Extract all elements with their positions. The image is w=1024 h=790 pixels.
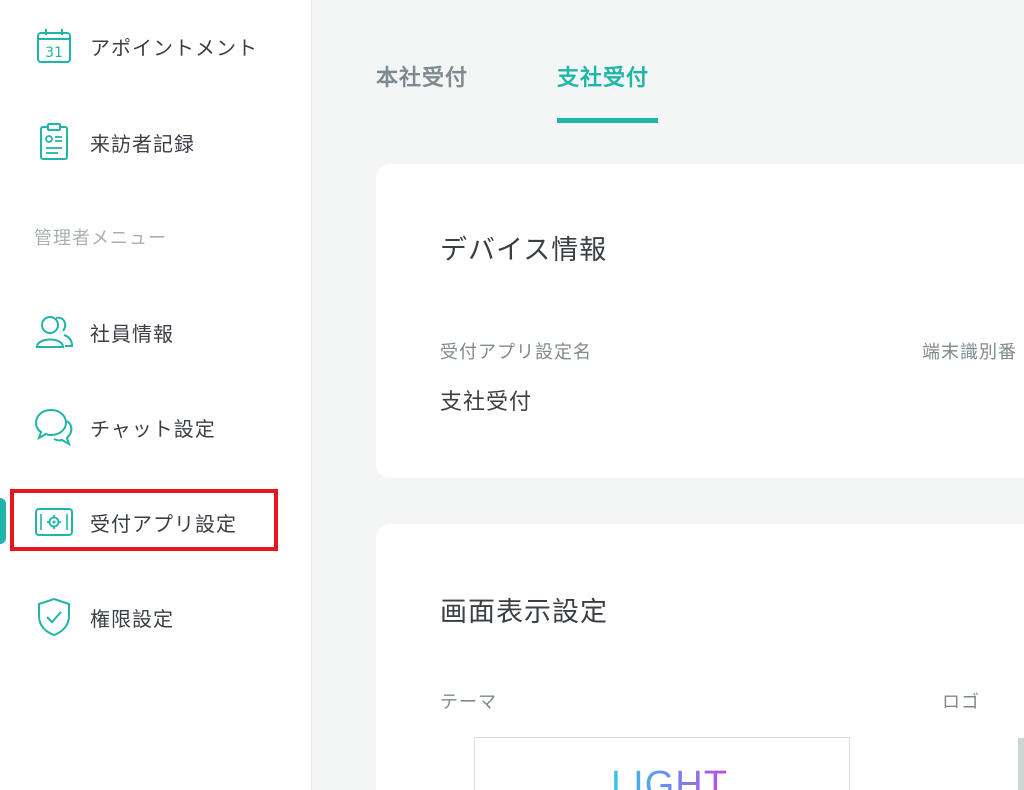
app-setting-name-value: 支社受付 — [440, 390, 533, 415]
shield-check-icon — [34, 597, 74, 637]
theme-label: テーマ — [440, 692, 497, 713]
sidebar-item-label: チャット設定 — [90, 416, 216, 441]
sidebar-item-appointment[interactable]: 31 アポイントメント — [34, 22, 258, 70]
sidebar: 31 アポイントメント 来訪者記録 管理者メニュー 社員情報 チャット設定 受付… — [0, 0, 312, 790]
device-id-label: 端末識別番 — [922, 342, 1017, 363]
sidebar-item-permission-settings[interactable]: 権限設定 — [34, 593, 174, 641]
sidebar-item-visitor-records[interactable]: 来訪者記録 — [34, 118, 195, 166]
sidebar-item-chat-settings[interactable]: チャット設定 — [34, 403, 216, 451]
highlight-annotation — [10, 489, 278, 551]
sidebar-item-employees[interactable]: 社員情報 — [34, 308, 174, 356]
active-item-marker — [0, 498, 6, 544]
theme-option-light[interactable]: LIGHT — [474, 737, 850, 790]
calendar-icon: 31 — [34, 26, 74, 66]
display-settings-title: 画面表示設定 — [440, 597, 608, 628]
display-settings-card: 画面表示設定 テーマ ロゴ LIGHT — [376, 524, 1024, 790]
active-tab-underline — [557, 118, 658, 123]
device-info-title: デバイス情報 — [440, 235, 608, 266]
app-setting-name-label: 受付アプリ設定名 — [440, 342, 592, 363]
svg-text:31: 31 — [45, 45, 63, 61]
clipboard-icon — [34, 122, 74, 162]
chat-bubbles-icon — [34, 407, 74, 447]
admin-menu-section-title: 管理者メニュー — [34, 228, 167, 249]
scrollbar[interactable] — [1018, 738, 1024, 790]
logo-label: ロゴ — [942, 692, 980, 713]
sidebar-item-label: 権限設定 — [90, 606, 174, 631]
tab-head-office[interactable]: 本社受付 — [376, 60, 468, 92]
users-icon — [34, 312, 74, 352]
sidebar-item-label: 社員情報 — [90, 321, 174, 346]
tab-branch-office[interactable]: 支社受付 — [557, 60, 649, 92]
sidebar-item-label: アポイントメント — [90, 35, 258, 60]
sidebar-item-label: 来訪者記録 — [90, 131, 195, 156]
theme-preview-text: LIGHT — [611, 764, 728, 790]
device-info-card: デバイス情報 受付アプリ設定名 支社受付 端末識別番 — [376, 164, 1024, 478]
